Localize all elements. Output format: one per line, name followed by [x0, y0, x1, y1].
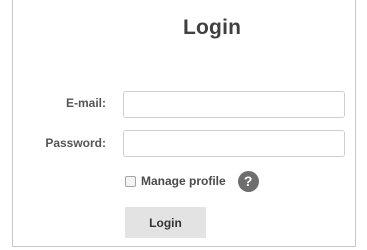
- email-field[interactable]: [123, 91, 345, 118]
- page-title: Login: [183, 16, 242, 39]
- page: Login E-mail: Password: Manage profile ?…: [0, 0, 367, 250]
- manage-profile-label[interactable]: Manage profile: [141, 174, 226, 188]
- password-label: Password:: [45, 136, 106, 150]
- manage-profile-checkbox[interactable]: [125, 175, 136, 187]
- question-circle-icon[interactable]: ?: [237, 170, 259, 192]
- login-button[interactable]: Login: [125, 207, 206, 238]
- password-field[interactable]: [123, 130, 345, 157]
- email-label: E-mail:: [65, 96, 106, 110]
- manage-profile-option: Manage profile ?: [125, 170, 259, 192]
